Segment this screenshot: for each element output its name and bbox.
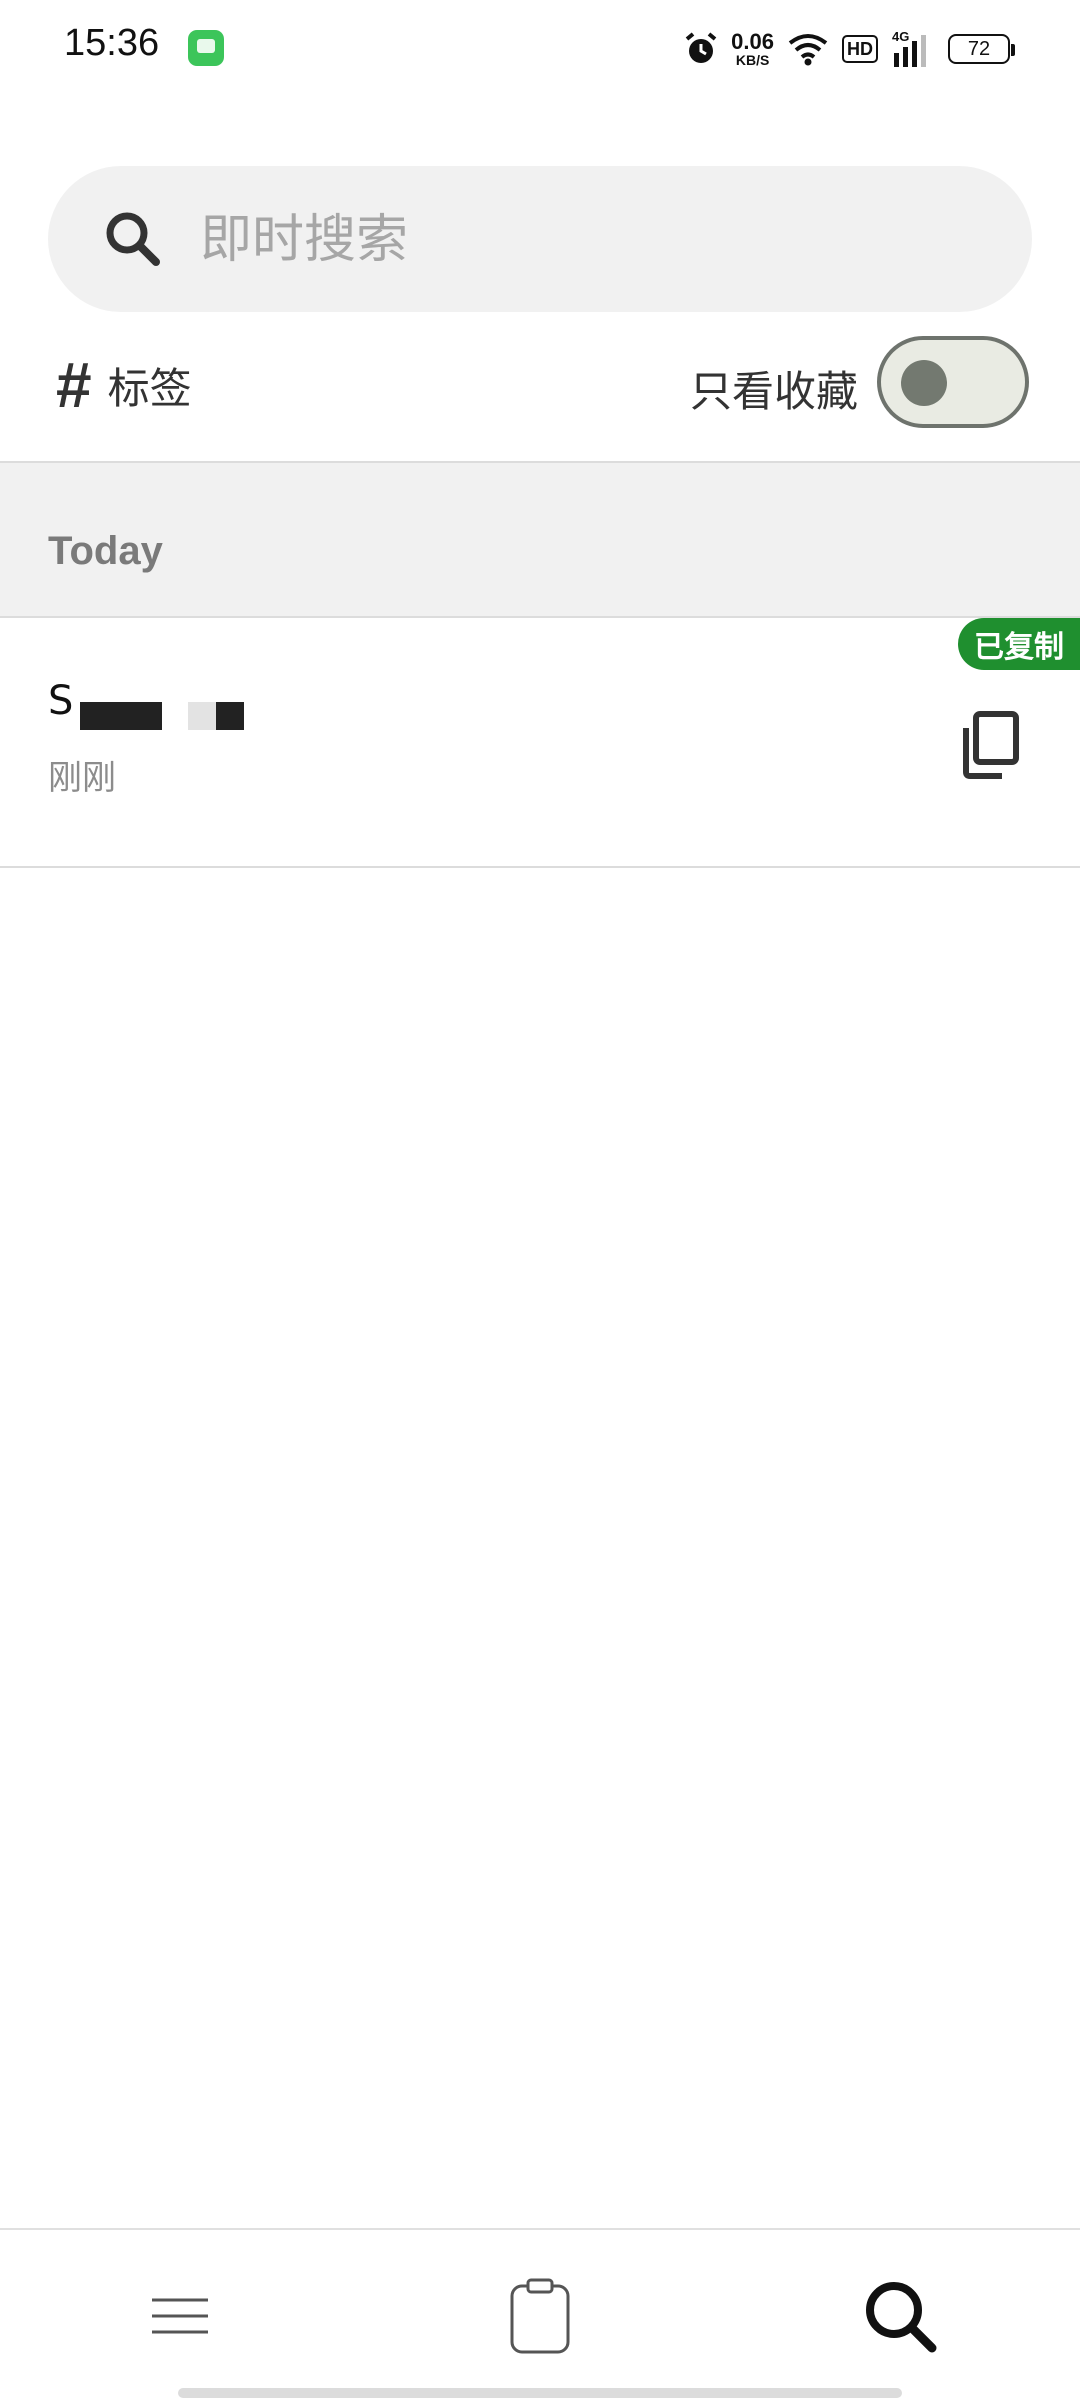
clipboard-icon[interactable]	[500, 2276, 580, 2356]
hd-badge: HD	[842, 35, 878, 63]
cellular-signal-icon: 4G	[892, 29, 926, 67]
favorites-only-toggle[interactable]	[877, 336, 1029, 428]
hashtag-icon: #	[56, 349, 92, 421]
status-time: 15:36	[64, 22, 160, 64]
clip-time: 刚刚	[48, 758, 116, 798]
section-header: Today	[0, 463, 1080, 616]
redacted-content	[80, 702, 162, 730]
status-icons: 0.06 KB/S HD 4G 72	[683, 24, 1015, 74]
battery-indicator: 72	[948, 34, 1015, 64]
bottom-navigation	[0, 2228, 1080, 2402]
svg-text:4G: 4G	[892, 29, 909, 44]
copied-badge: 已复制	[958, 618, 1080, 670]
redacted-content	[188, 702, 216, 730]
home-indicator	[178, 2388, 902, 2398]
tags-button[interactable]: # 标签	[56, 349, 192, 421]
wifi-icon	[788, 34, 828, 66]
network-speed: 0.06 KB/S	[731, 29, 774, 68]
search-icon	[106, 212, 160, 266]
copy-icon[interactable]	[956, 710, 1022, 780]
section-title: Today	[48, 529, 163, 573]
redacted-content	[216, 702, 244, 730]
search-input[interactable]	[198, 194, 982, 286]
message-app-icon	[188, 30, 224, 66]
tags-label: 标签	[107, 363, 192, 413]
status-bar: 15:36 0.06 KB/S HD 4G 72	[0, 0, 1080, 96]
clip-content: S	[48, 678, 74, 724]
alarm-icon	[685, 32, 717, 63]
toggle-knob	[901, 360, 947, 406]
clip-item[interactable]: S 刚刚 已复制	[0, 618, 1080, 866]
search-icon[interactable]	[860, 2276, 940, 2356]
divider	[0, 866, 1080, 868]
menu-icon[interactable]	[140, 2276, 220, 2356]
search-bar[interactable]	[48, 166, 1032, 312]
favorites-only-label: 只看收藏	[690, 367, 859, 416]
